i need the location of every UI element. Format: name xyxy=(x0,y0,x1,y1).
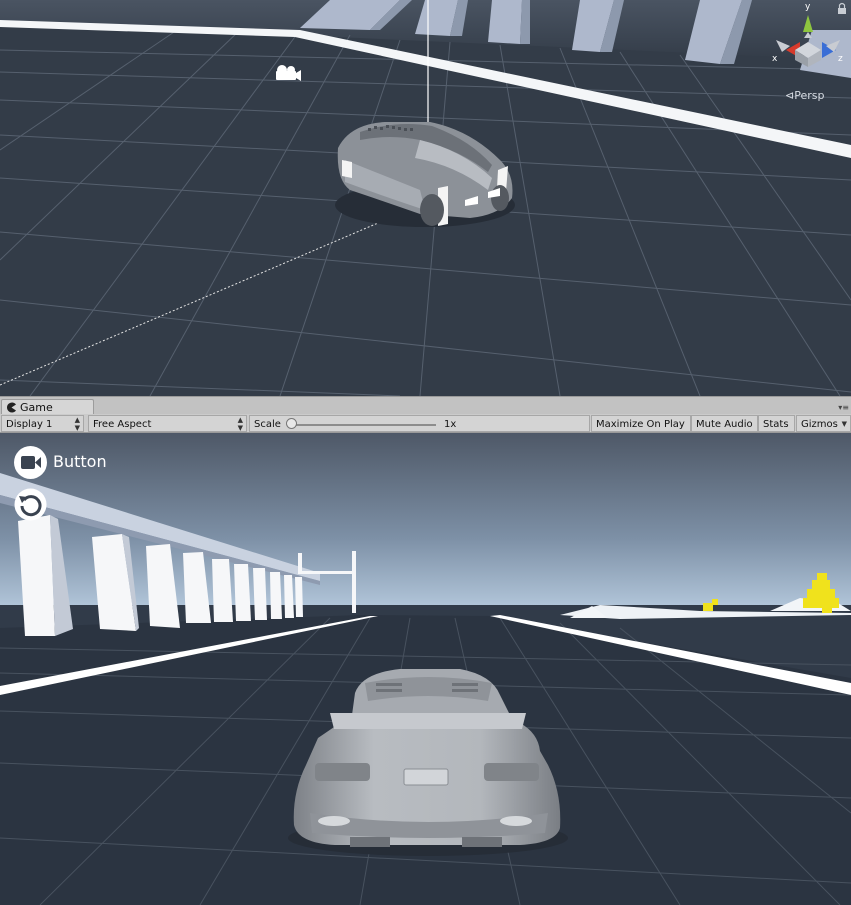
mute-audio-toggle[interactable]: Mute Audio xyxy=(691,415,758,432)
scale-label: Scale xyxy=(254,419,281,430)
persp-arrow-icon: ⊲ xyxy=(785,89,795,102)
tab-game[interactable]: Game xyxy=(1,399,94,415)
game-toolbar: Display 1 ▲ ▼ Free Aspect ▲ ▼ Scale 1x Max… xyxy=(0,414,851,433)
stats-toggle[interactable]: Stats xyxy=(758,415,795,432)
scale-slider-handle[interactable] xyxy=(286,418,297,429)
axis-y-label: y xyxy=(805,2,811,12)
gizmos-dropdown[interactable]: Gizmos ▼ xyxy=(796,415,851,432)
game-canvas[interactable] xyxy=(0,433,851,905)
reset-rotate-icon xyxy=(14,488,47,521)
stats-label: Stats xyxy=(763,419,789,430)
camera-switch-button[interactable] xyxy=(14,446,47,479)
camera-button-label: Button xyxy=(53,452,107,471)
dropdown-arrows-icon: ▲ ▼ xyxy=(74,416,80,432)
game-tab-bar: Game ▾≡ xyxy=(0,396,851,415)
maximize-label: Maximize On Play xyxy=(596,419,685,430)
axis-x-label: x xyxy=(772,54,778,64)
aspect-value: Free Aspect xyxy=(93,419,152,430)
axis-z-label: z xyxy=(838,54,843,64)
pacman-game-icon xyxy=(7,402,17,413)
tab-game-label: Game xyxy=(20,401,53,414)
tab-menu-icon[interactable]: ▾≡ xyxy=(838,403,849,412)
display-dropdown[interactable]: Display 1 ▲ ▼ xyxy=(1,415,84,432)
persp-label: Persp xyxy=(794,89,825,102)
display-value: Display 1 xyxy=(6,419,53,430)
maximize-on-play-toggle[interactable]: Maximize On Play xyxy=(591,415,691,432)
mute-label: Mute Audio xyxy=(696,419,753,430)
reset-button[interactable] xyxy=(14,488,47,521)
video-camera-icon xyxy=(21,456,41,469)
dropdown-arrow-icon: ▼ xyxy=(841,420,847,428)
gizmos-label: Gizmos xyxy=(801,419,838,430)
dropdown-arrows-icon: ▲ ▼ xyxy=(237,416,243,432)
aspect-dropdown[interactable]: Free Aspect ▲ ▼ xyxy=(88,415,247,432)
scale-slider-track[interactable] xyxy=(292,424,436,426)
unity-editor: y x z ⊲Persp Game ▾≡ Display 1 ▲ ▼ Free A… xyxy=(0,0,851,905)
perspective-toggle[interactable]: ⊲Persp xyxy=(785,89,824,102)
scene-canvas[interactable] xyxy=(0,0,851,396)
scene-view[interactable]: y x z ⊲Persp xyxy=(0,0,851,396)
scale-value: 1x xyxy=(444,419,457,430)
game-view[interactable]: Button xyxy=(0,433,851,905)
